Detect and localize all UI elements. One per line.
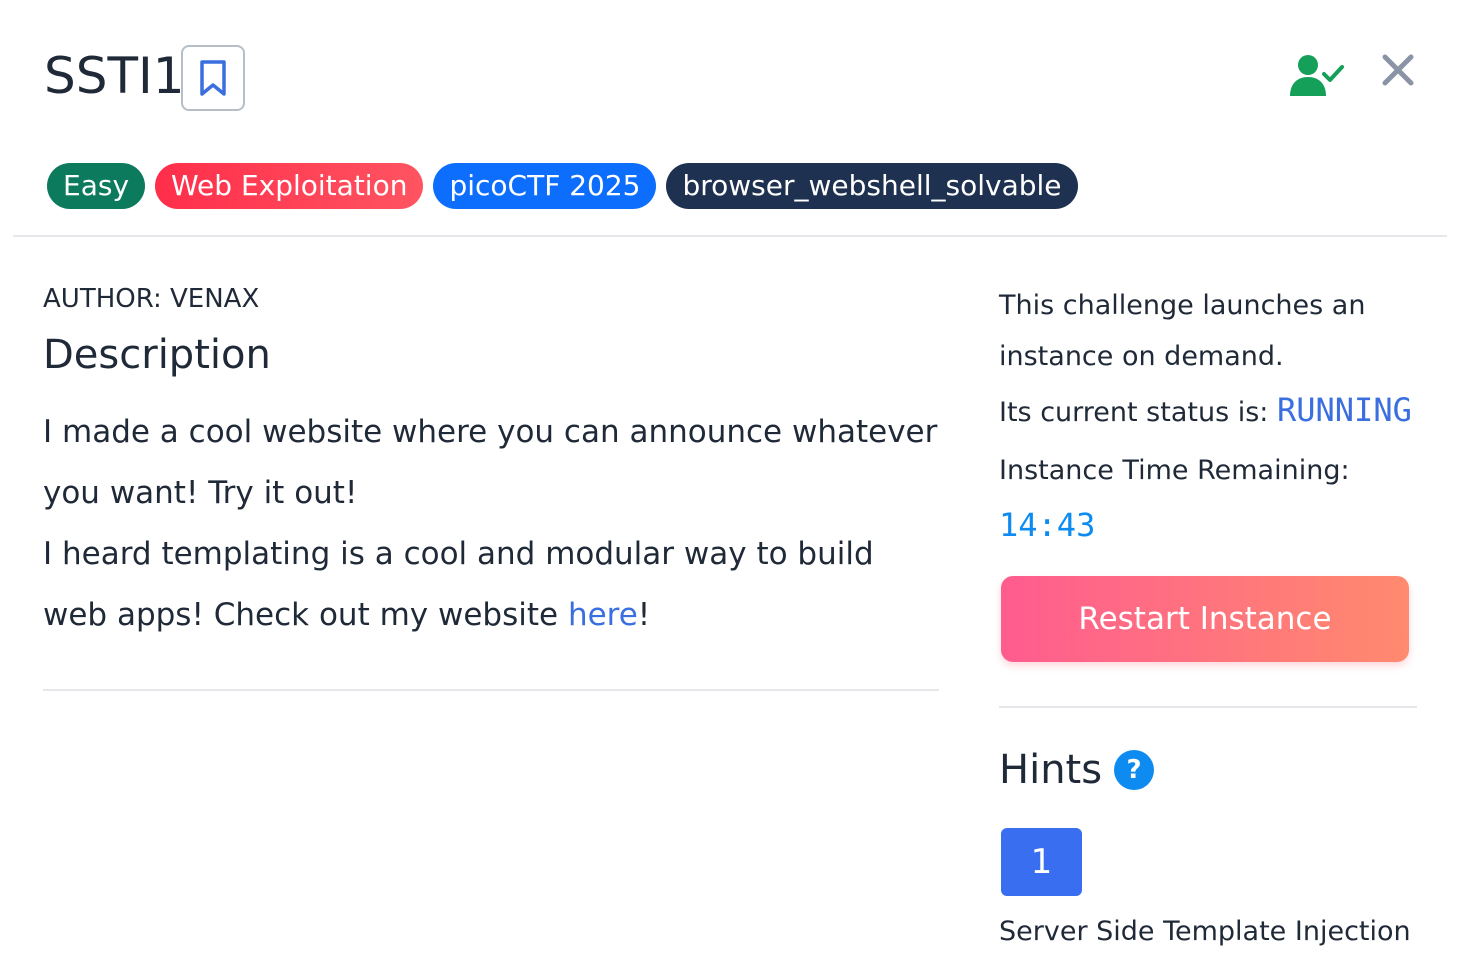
bookmark-icon [200,60,226,96]
tag-event[interactable]: picoCTF 2025 [433,163,657,209]
description-divider [43,689,939,691]
tag-list: Easy Web Exploitation picoCTF 2025 brows… [47,163,1078,209]
bookmark-button[interactable] [181,45,245,111]
hint-text-1: Server Side Template Injection [999,916,1411,947]
description-text: I heard templating is a cool and modular… [43,536,874,633]
time-remaining-label: Instance Time Remaining: [999,455,1350,486]
restart-instance-button[interactable]: Restart Instance [1001,576,1409,662]
description-heading: Description [43,332,271,378]
status-label: Its current status is: [999,397,1277,428]
challenge-title: SSTI1 [44,47,185,105]
instance-info: This challenge launches an instance on d… [999,290,1366,372]
description-paragraph-2: I heard templating is a cool and modular… [43,524,939,646]
challenge-header: SSTI1 Easy Web Exploitation picoCTF 2025… [0,0,1462,236]
description-punctuation: ! [637,597,651,633]
tag-difficulty[interactable]: Easy [47,163,146,209]
hint-button-1[interactable]: 1 [1001,828,1082,896]
description-paragraph-1: I made a cool website where you can anno… [43,414,938,511]
user-check-icon[interactable] [1290,54,1344,96]
status-value: RUNNING [1276,391,1412,429]
tag-category[interactable]: Web Exploitation [155,163,424,209]
instance-divider [999,706,1417,708]
author-label: AUTHOR: VENAX [43,284,260,314]
time-remaining-value: 14:43 [999,506,1096,544]
description-panel: AUTHOR: VENAX Description I made a cool … [43,280,939,646]
hints-title: Hints [999,747,1103,793]
website-link[interactable]: here [568,597,638,633]
close-icon[interactable] [1380,52,1416,88]
instance-status: Its current status is: RUNNING [999,386,1419,437]
instance-panel: This challenge launches an instance on d… [999,280,1419,545]
description-body: I made a cool website where you can anno… [43,402,939,646]
tag-browser-webshell[interactable]: browser_webshell_solvable [666,163,1078,209]
header-divider [13,235,1447,237]
hints-heading: Hints ? [999,742,1155,798]
help-icon[interactable]: ? [1114,750,1155,790]
